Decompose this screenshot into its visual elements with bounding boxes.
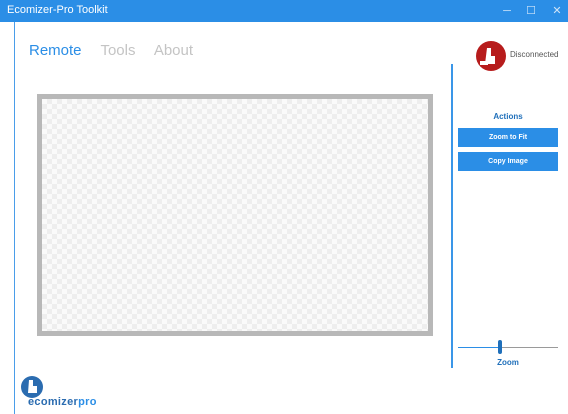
panel-divider: [451, 64, 453, 368]
disconnected-plug-icon: [476, 41, 506, 71]
remote-screen-canvas[interactable]: [37, 94, 433, 336]
title-bar: Ecomizer-Pro Toolkit ─ ☐ ✕: [0, 0, 568, 22]
window-title: Ecomizer-Pro Toolkit: [7, 4, 108, 16]
tab-remote[interactable]: Remote: [29, 42, 82, 59]
zoom-slider[interactable]: [458, 338, 558, 354]
tab-tools[interactable]: Tools: [100, 42, 135, 59]
logo-text-pro: pro: [78, 396, 97, 408]
ecomizer-pro-logo: ecomizerpro: [18, 375, 128, 409]
zoom-slider-fill: [458, 347, 500, 348]
zoom-label: Zoom: [497, 358, 519, 367]
zoom-slider-thumb[interactable]: [498, 340, 502, 354]
tab-about[interactable]: About: [154, 42, 193, 59]
logo-text: ecomizerpro: [28, 396, 97, 408]
maximize-button[interactable]: ☐: [521, 2, 541, 20]
copy-image-button[interactable]: Copy Image: [458, 152, 558, 171]
minimize-button[interactable]: ─: [497, 2, 517, 20]
window-border: [14, 22, 15, 414]
actions-heading: Actions: [493, 112, 523, 121]
connection-status: Disconnected: [474, 39, 568, 73]
status-text: Disconnected: [510, 50, 559, 59]
logo-text-main: ecomizer: [28, 396, 79, 408]
main-nav: Remote Tools About: [29, 42, 208, 59]
close-button[interactable]: ✕: [547, 2, 567, 20]
zoom-to-fit-button[interactable]: Zoom to Fit: [458, 128, 558, 147]
zoom-slider-track: [500, 347, 558, 348]
